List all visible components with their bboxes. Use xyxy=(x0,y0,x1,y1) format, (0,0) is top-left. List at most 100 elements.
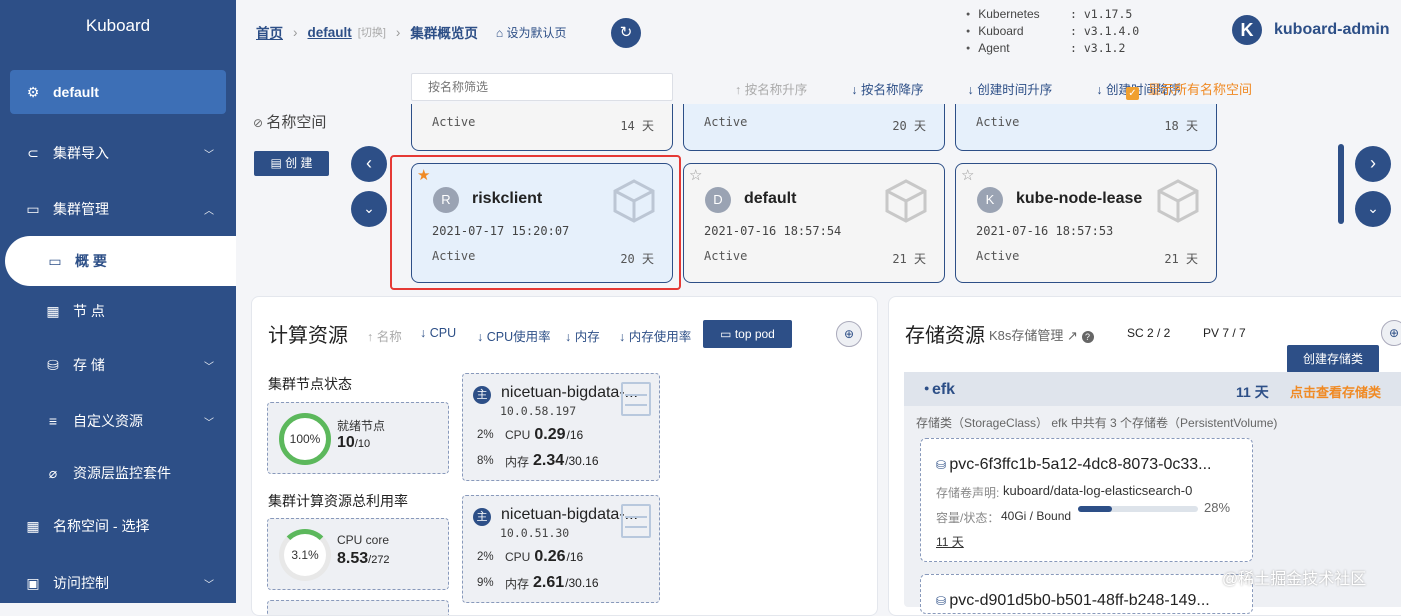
pv-card[interactable]: ⛁ pvc-d901d5b0-b501-48ff-b248-149... xyxy=(920,574,1253,614)
pv-name: ⛁ pvc-d901d5b0-b501-48ff-b248-149... xyxy=(936,592,1210,610)
cpu-metric: 2% CPU 0.29/16 xyxy=(477,426,583,444)
breadcrumb-home-link[interactable]: 首页 xyxy=(256,22,283,42)
sidebar-item-storage[interactable]: ⛁ 存 储 ﹀ xyxy=(0,345,236,385)
node-ip: 10.0.51.30 xyxy=(500,526,570,540)
star-outline-icon[interactable]: ☆ xyxy=(961,166,974,184)
storage-manage-link[interactable]: K8s存储管理 ↗ ? xyxy=(989,325,1094,344)
sidebar-item-access-control[interactable]: ▣ 访问控制 ﹀ xyxy=(0,563,236,603)
metric-number: 0.29 xyxy=(534,426,566,443)
sidebar-item-nodes[interactable]: ▦ 节 点 xyxy=(0,291,236,331)
stat-label: 就绪节点 xyxy=(337,419,386,433)
sidebar-item-overview[interactable]: ▭ 概 要 xyxy=(5,236,236,286)
zoom-in-button[interactable]: ⊕ xyxy=(836,321,862,347)
namespace-status: Active xyxy=(704,249,748,263)
cube-icon xyxy=(1157,179,1199,223)
link-icon: ⊘ xyxy=(253,116,267,130)
tab-sort-mem-usage[interactable]: ↓ 内存使用率 xyxy=(619,326,691,345)
stat-number: 8.53 xyxy=(337,550,369,567)
mem-pct: 9% xyxy=(477,577,494,589)
namespace-card-kube-node-lease[interactable]: ☆ K kube-node-lease 2021-07-16 18:57:53 … xyxy=(955,163,1217,283)
tab-sort-mem[interactable]: ↓ 内存 xyxy=(565,326,600,345)
tab-sort-cpu-usage[interactable]: ↓ CPU使用率 xyxy=(477,326,551,345)
chevron-down-icon: ⌄ xyxy=(363,200,375,216)
stat-number: 10 xyxy=(337,434,355,451)
sort-name-desc[interactable]: ↓ 按名称降序 xyxy=(851,79,945,98)
expand-button[interactable]: ⌄ xyxy=(1355,191,1391,227)
top-pod-button[interactable]: ▭ top pod xyxy=(703,320,792,348)
sort-label: 按名称升序 xyxy=(744,83,808,97)
sidebar-item-namespace-select[interactable]: ▦ 名称空间 - 选择 xyxy=(0,506,236,546)
namespace-card[interactable]: Active 14 天 xyxy=(411,104,673,151)
sidebar-item-label: 资源层监控套件 xyxy=(73,465,171,481)
metric-label: CPU xyxy=(505,550,531,564)
chevron-up-icon: ︿ xyxy=(204,205,214,217)
collapse-button[interactable]: ⌄ xyxy=(351,191,387,227)
gear-icon: ⚙ xyxy=(26,83,40,100)
view-storage-class-link[interactable]: 点击查看存储类 xyxy=(1290,382,1381,401)
storage-class-label: efk xyxy=(931,381,956,398)
metric-total: /16 xyxy=(566,428,584,442)
sort-time-asc[interactable]: ↓ 创建时间升序 xyxy=(968,79,1075,98)
pv-card[interactable]: ⛁ pvc-6f3ffc1b-5a12-4dc8-8073-0c33... 存储… xyxy=(920,438,1253,562)
lock-icon: ▣ xyxy=(26,574,40,591)
set-default-page-link[interactable]: ⌂ 设为默认页 xyxy=(496,24,567,41)
user-menu[interactable]: K kuboard-admin xyxy=(1232,15,1390,45)
sort-name-asc[interactable]: ↑ 按名称升序 xyxy=(735,79,829,98)
sidebar-item-cluster-manage[interactable]: ▭ 集群管理 ︿ xyxy=(0,189,236,229)
breadcrumb-cluster-link[interactable]: default xyxy=(308,25,352,40)
grid-icon: ▦ xyxy=(46,302,60,319)
sidebar-cluster-selector[interactable]: ⚙ default xyxy=(10,70,226,114)
storage-class-name[interactable]: ● efk xyxy=(924,381,955,399)
show-all-namespaces-checkbox[interactable]: ✓ 显示所有名称空间 xyxy=(1126,79,1252,100)
server-icon xyxy=(621,382,651,416)
paperclip-icon: ⌀ xyxy=(48,464,58,481)
external-link-icon: ↗ xyxy=(1067,328,1078,343)
node-card[interactable]: 主 nicetuan-bigdata-... 10.0.58.197 2% CPU… xyxy=(462,373,660,481)
sidebar-item-label: 节 点 xyxy=(73,303,105,319)
version-name: Kubernetes xyxy=(966,6,1070,23)
sidebar-item-label: 集群导入 xyxy=(53,145,109,161)
metric-label: 内存 xyxy=(505,576,530,591)
pv-name: ⛁ pvc-6f3ffc1b-5a12-4dc8-8073-0c33... xyxy=(936,456,1211,474)
tab-sort-cpu[interactable]: ↓ CPU xyxy=(420,326,456,340)
version-value: : v3.1.4.0 xyxy=(1070,24,1140,38)
tab-label: CPU使用率 xyxy=(486,330,551,344)
metric-value: 0.29/16 xyxy=(534,426,583,444)
capacity-value: 40Gi / Bound xyxy=(1001,509,1072,523)
cpu-pct: 2% xyxy=(477,429,494,441)
sidebar-item-label: 名称空间 - 选择 xyxy=(53,518,150,534)
node-card[interactable]: 主 nicetuan-bigdata-... 10.0.51.30 2% CPU 0… xyxy=(462,495,660,603)
refresh-button[interactable]: ↻ xyxy=(611,18,641,48)
create-storage-class-button[interactable]: 创建存储类 xyxy=(1287,345,1379,373)
next-page-button[interactable]: › xyxy=(1355,146,1391,182)
switch-cluster-link[interactable]: [切换] xyxy=(358,24,386,40)
sidebar-item-monitoring-suite[interactable]: ⌀ 资源层监控套件 xyxy=(0,453,236,493)
namespace-card-default[interactable]: ☆ D default 2021-07-16 18:57:54 Active 2… xyxy=(683,163,945,283)
version-value: : v3.1.2 xyxy=(1070,41,1126,55)
prev-page-button[interactable]: ‹ xyxy=(351,146,387,182)
sort-label: 按名称降序 xyxy=(860,83,924,97)
stat-card xyxy=(267,600,449,615)
sidebar-item-label: 集群管理 xyxy=(53,201,109,217)
panel-title: 存储资源 xyxy=(905,325,985,347)
create-namespace-button[interactable]: ▤ 创 建 xyxy=(254,151,329,176)
namespace-age: 18 天 xyxy=(1164,119,1198,133)
namespace-card[interactable]: Active 20 天 xyxy=(683,104,945,151)
mem-metric: 8% 内存 2.34/30.16 xyxy=(477,452,599,470)
sidebar-item-custom-resources[interactable]: ≡ 自定义资源 ﹀ xyxy=(0,401,236,441)
scrollbar[interactable] xyxy=(1338,144,1344,224)
sidebar-item-label: default xyxy=(53,84,99,100)
sidebar-item-label: 访问控制 xyxy=(53,575,109,591)
tab-sort-name[interactable]: ↑ 名称 xyxy=(367,326,402,345)
sidebar-item-cluster-import[interactable]: ⊂ 集群导入 ﹀ xyxy=(0,133,236,173)
namespace-filter-input[interactable] xyxy=(411,73,673,101)
namespace-card[interactable]: Active 18 天 xyxy=(955,104,1217,151)
namespace-section-label: ⊘ 名称空间 xyxy=(253,111,326,132)
namespace-initial: D xyxy=(705,187,731,213)
stat-label: CPU core xyxy=(337,533,390,547)
star-outline-icon[interactable]: ☆ xyxy=(689,166,702,184)
chevron-right-icon: › xyxy=(395,24,401,40)
zoom-in-button[interactable]: ⊕ xyxy=(1381,320,1401,346)
topbar: 首页 › default [切换] › 集群概览页 ⌂ 设为默认页 ↻ Kube… xyxy=(236,0,1401,60)
cpu-core-stat: 3.1% CPU core 8.53/272 xyxy=(267,518,449,590)
